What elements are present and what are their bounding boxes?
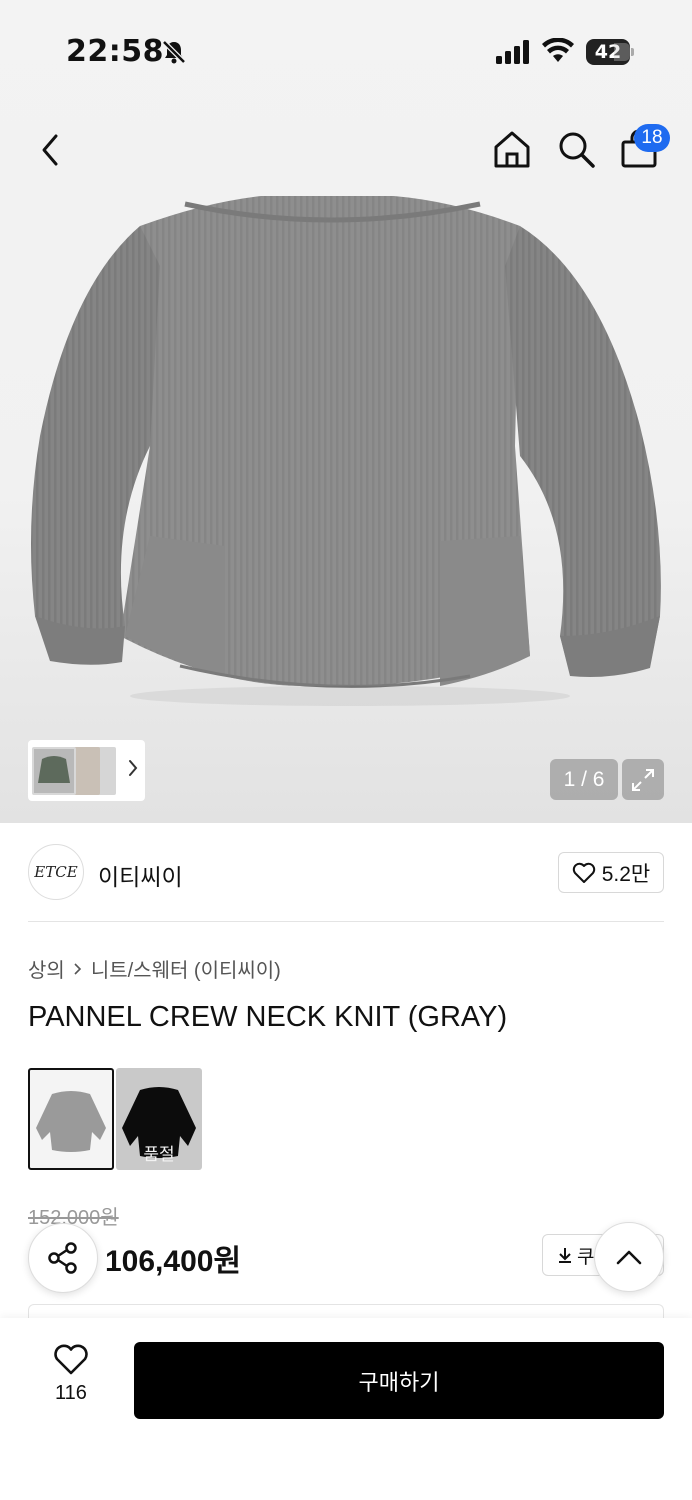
soldout-label: 품절 [143,1145,175,1164]
brand-logo[interactable]: ETCE [28,844,84,900]
divider [28,921,664,922]
heart-icon [54,1344,88,1375]
breadcrumb-category[interactable]: 상의 [28,954,65,983]
chevron-right-icon [73,962,83,976]
bottom-action-bar: 116 구매하기 [0,1318,692,1500]
expand-image-button[interactable] [622,759,664,800]
cart-count-badge: 18 [634,124,670,152]
scroll-to-top-button[interactable] [594,1222,664,1292]
home-button[interactable] [488,124,536,174]
color-option-black[interactable]: 품절 [116,1068,202,1170]
gray-sweater-thumbnail [36,1091,106,1152]
search-icon [559,132,595,168]
brand-row[interactable]: ETCE 이티씨이 5.2만 [28,844,664,902]
battery-icon: 42 [586,39,634,65]
nav-bar [0,110,692,190]
top-section: 22:58 42 18 1 / 6 [0,0,692,823]
chevron-right-icon [129,760,138,776]
sale-price: 106,400원 [105,1245,242,1278]
heart-icon [572,862,595,883]
status-time: 22:58 [66,34,164,69]
product-title: PANNEL CREW NECK KNIT (GRAY) [28,1001,508,1033]
color-option-gray[interactable] [28,1068,114,1170]
cellular-signal-icon [496,40,529,64]
status-bar: 22:58 42 [0,0,692,100]
chevron-left-icon [42,134,58,166]
expand-icon [632,768,654,791]
bell-muted-icon [162,40,186,64]
search-button[interactable] [552,124,600,174]
wishlist-button[interactable]: 116 [36,1344,106,1414]
thumbnail-strip[interactable] [28,740,145,801]
back-button[interactable] [28,126,72,174]
home-icon [494,131,530,168]
image-counter: 1 / 6 [550,759,618,800]
wifi-icon [542,38,574,62]
brand-like-button[interactable]: 5.2만 [558,852,664,893]
thumbnail-stack [32,745,116,797]
brand-name[interactable]: 이티씨이 [98,858,183,892]
chevron-up-icon [616,1250,642,1265]
wishlist-count: 116 [55,1382,87,1404]
buy-button[interactable]: 구매하기 [134,1342,664,1419]
share-button[interactable] [28,1223,98,1293]
product-main-image[interactable] [0,196,692,823]
brand-like-count: 5.2만 [601,862,651,886]
breadcrumb-subcategory[interactable]: 니트/스웨터 (이티씨이) [91,954,281,983]
sweater-image [31,196,661,706]
download-icon [559,1248,571,1263]
breadcrumb: 상의 니트/스웨터 (이티씨이) [28,954,281,983]
share-icon [48,1242,77,1274]
